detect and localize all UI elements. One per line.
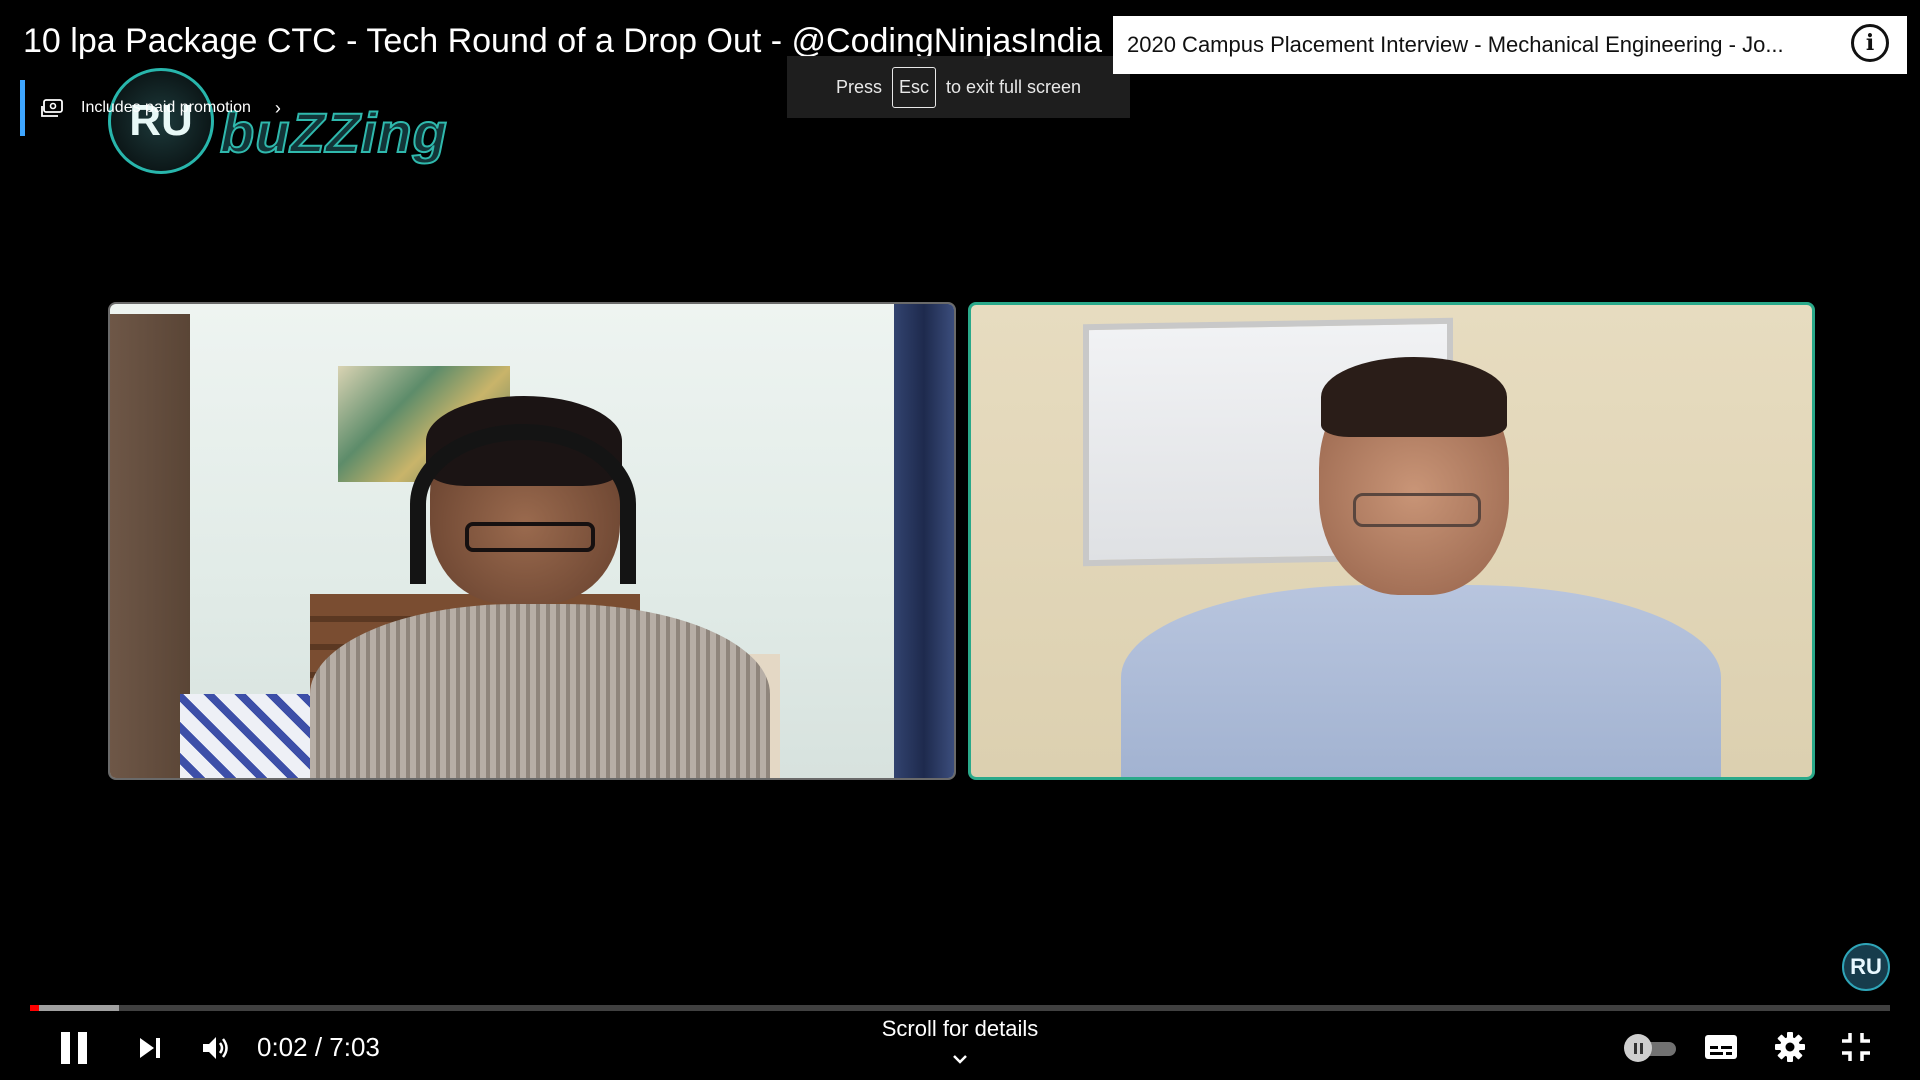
pause-icon [78, 1032, 87, 1064]
player-controls: 0:02 / 7:03 Scroll for details [0, 1016, 1920, 1076]
paid-promotion-icon [41, 99, 63, 117]
fullscreen-exit-toast: Press Esc to exit full screen [787, 56, 1130, 118]
video-frame-candidate [108, 302, 956, 780]
chevron-right-icon: › [274, 97, 281, 118]
progress-bar[interactable] [30, 1005, 1890, 1011]
settings-button[interactable] [1773, 1030, 1807, 1064]
progress-buffered [30, 1005, 120, 1011]
curtain-scene [894, 304, 954, 778]
esc-key-hint: Esc [891, 66, 936, 108]
time-display: 0:02 / 7:03 [257, 1032, 380, 1062]
toast-text-before: Press [835, 76, 882, 97]
candidate-headphones [410, 424, 636, 584]
video-player[interactable]: 10 lpa Package CTC - Tech Round of a Dro… [0, 0, 1920, 1080]
autoplay-toggle[interactable] [1624, 1034, 1676, 1062]
candidate-body [310, 604, 770, 778]
pause-button[interactable] [56, 1028, 92, 1068]
scroll-for-details-label[interactable]: Scroll for details [860, 1016, 1060, 1042]
wardrobe-scene [110, 314, 190, 778]
progress-played [30, 1005, 40, 1011]
interviewer-body [1121, 585, 1721, 777]
exit-fullscreen-button[interactable] [1839, 1030, 1873, 1064]
captions-button[interactable] [1704, 1032, 1738, 1062]
info-icon[interactable]: i [1851, 24, 1889, 62]
paid-promotion-badge[interactable]: Includes paid promotion › [20, 80, 281, 136]
volume-icon [203, 1037, 228, 1059]
exit-fullscreen-icon [1842, 1033, 1870, 1061]
pause-icon [61, 1032, 70, 1064]
skip-next-icon [140, 1038, 160, 1058]
interviewer-hair [1321, 357, 1507, 437]
channel-watermark[interactable]: RU [1842, 943, 1890, 991]
settings-gear-icon [1775, 1032, 1805, 1062]
autoplay-pause-icon [1624, 1034, 1652, 1062]
toast-text-after: to exit full screen [945, 76, 1082, 97]
video-frame-interviewer [968, 302, 1815, 780]
paid-promotion-label: Includes paid promotion [81, 99, 251, 116]
mute-button[interactable] [198, 1030, 234, 1066]
chevron-down-icon[interactable] [950, 1052, 970, 1068]
captions-icon [1705, 1035, 1737, 1059]
interviewer-glasses [1353, 493, 1481, 527]
next-video-button[interactable] [134, 1032, 166, 1064]
next-video-title[interactable]: 2020 Campus Placement Interview - Mechan… [1127, 32, 1847, 58]
next-video-card[interactable]: 2020 Campus Placement Interview - Mechan… [1113, 16, 1907, 74]
